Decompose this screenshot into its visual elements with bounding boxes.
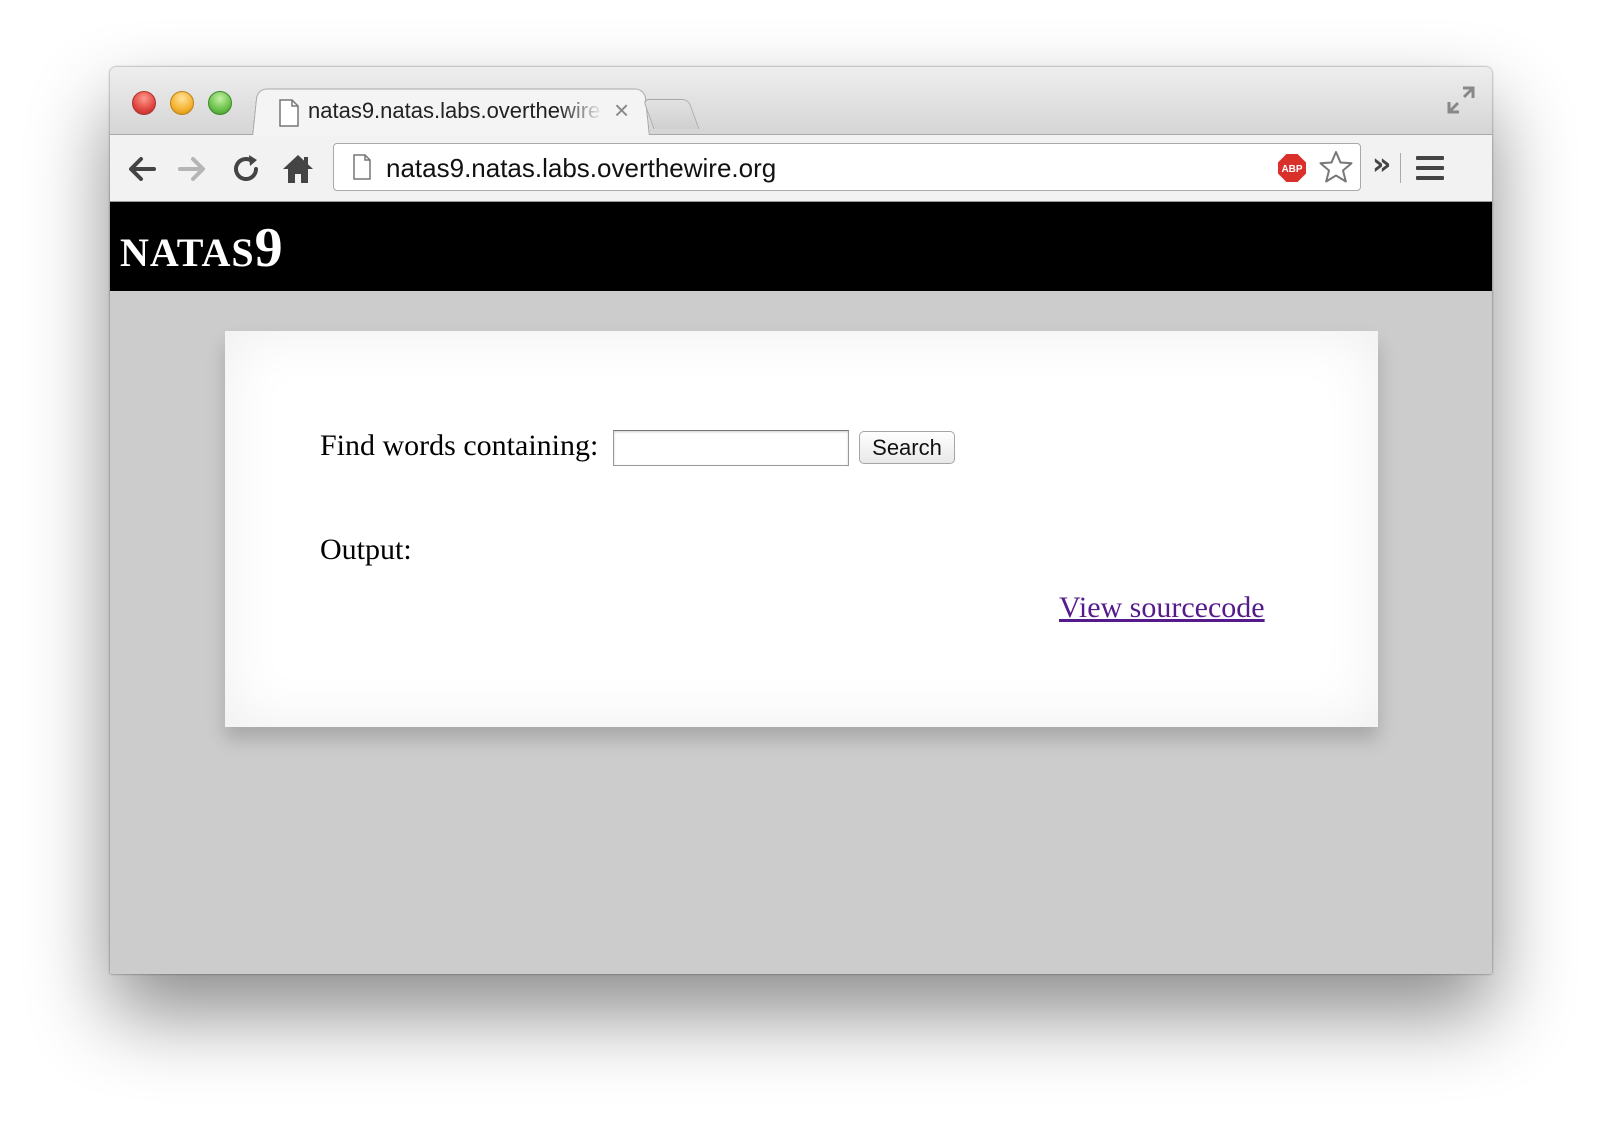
back-arrow-icon[interactable] <box>124 151 160 187</box>
page-title-word: NATAS <box>120 230 255 275</box>
forward-arrow-icon[interactable] <box>174 151 210 187</box>
page-icon <box>353 154 371 180</box>
address-bar[interactable]: natas9.natas.labs.overthewire.org ABP <box>333 143 1361 191</box>
page-header: NATAS9 <box>110 202 1492 291</box>
content-card: Find words containing: Search Output: Vi… <box>225 331 1378 727</box>
zoom-window-button[interactable] <box>208 91 232 115</box>
tab-close-icon[interactable]: × <box>614 95 629 126</box>
close-window-button[interactable] <box>132 91 156 115</box>
page-title: NATAS9 <box>120 216 283 280</box>
search-input[interactable] <box>613 430 849 466</box>
web-page: NATAS9 Find words containing: Search Out… <box>110 202 1492 974</box>
svg-text:ABP: ABP <box>1281 164 1302 175</box>
minimize-window-button[interactable] <box>170 91 194 115</box>
page-icon <box>279 99 299 127</box>
new-tab-button[interactable] <box>642 99 700 129</box>
extensions-overflow-button[interactable]: » <box>1372 147 1391 182</box>
adblock-plus-icon[interactable]: ABP <box>1276 152 1308 184</box>
active-tab-content[interactable]: natas9.natas.labs.overthewire.org × <box>278 93 650 133</box>
home-icon[interactable] <box>280 151 316 187</box>
output-label: Output: <box>320 533 412 566</box>
fullscreen-icon[interactable] <box>1446 85 1476 115</box>
bookmark-star-icon[interactable] <box>1318 149 1354 185</box>
hamburger-menu-icon[interactable] <box>1414 153 1446 183</box>
view-sourcecode-link[interactable]: View sourcecode <box>1059 591 1265 625</box>
tab-title: natas9.natas.labs.overthewire.org <box>308 98 603 123</box>
tab-strip: natas9.natas.labs.overthewire.org × <box>110 67 1492 137</box>
url-text[interactable]: natas9.natas.labs.overthewire.org <box>386 153 776 184</box>
reload-icon[interactable] <box>228 151 264 187</box>
browser-window: natas9.natas.labs.overthewire.org × <box>110 67 1492 974</box>
search-label: Find words containing: <box>320 429 599 462</box>
browser-toolbar: natas9.natas.labs.overthewire.org ABP » <box>110 135 1492 202</box>
search-button[interactable]: Search <box>859 431 955 464</box>
toolbar-separator <box>1400 153 1401 183</box>
page-title-number: 9 <box>254 217 283 279</box>
